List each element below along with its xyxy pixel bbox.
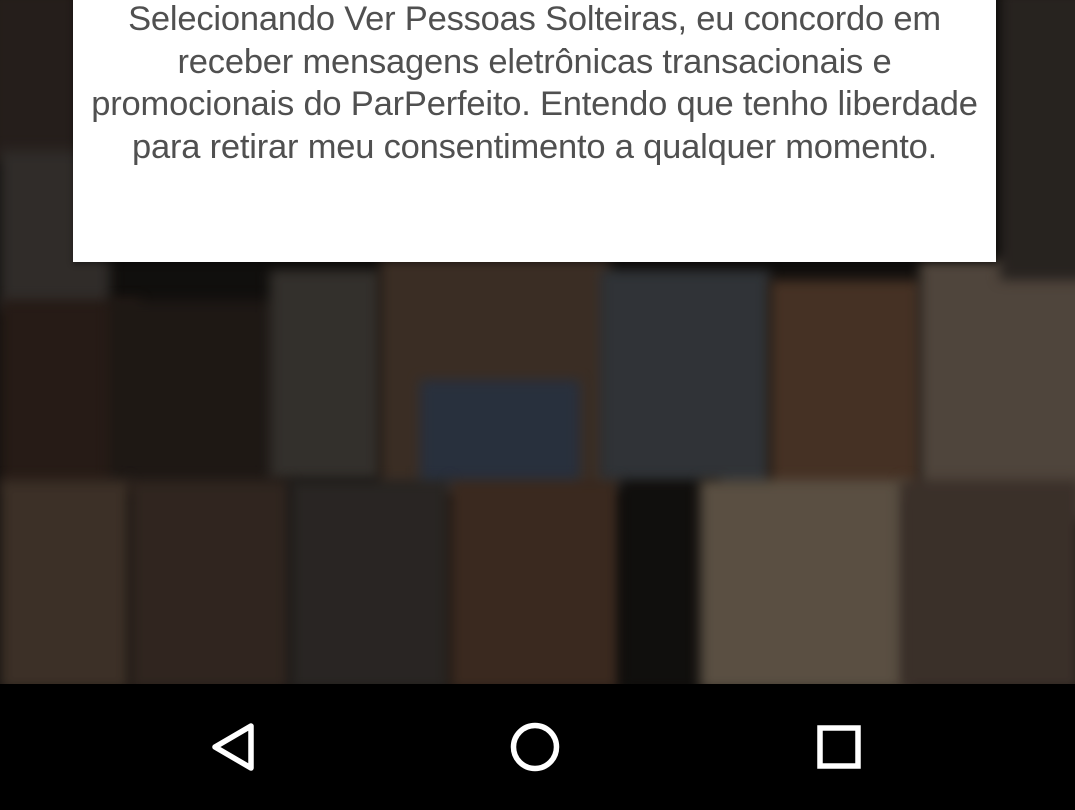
recent-apps-square-icon xyxy=(817,725,861,769)
recent-apps-button[interactable] xyxy=(804,712,874,782)
navigation-bar xyxy=(0,684,1075,810)
back-triangle-icon xyxy=(212,723,254,771)
consent-text: Selecionando Ver Pessoas Solteiras, eu c… xyxy=(91,0,978,167)
consent-dialog: Selecionando Ver Pessoas Solteiras, eu c… xyxy=(73,0,996,262)
home-circle-icon xyxy=(510,722,560,772)
home-button[interactable] xyxy=(500,712,570,782)
screen: Selecionando Ver Pessoas Solteiras, eu c… xyxy=(0,0,1075,810)
back-button[interactable] xyxy=(199,712,269,782)
